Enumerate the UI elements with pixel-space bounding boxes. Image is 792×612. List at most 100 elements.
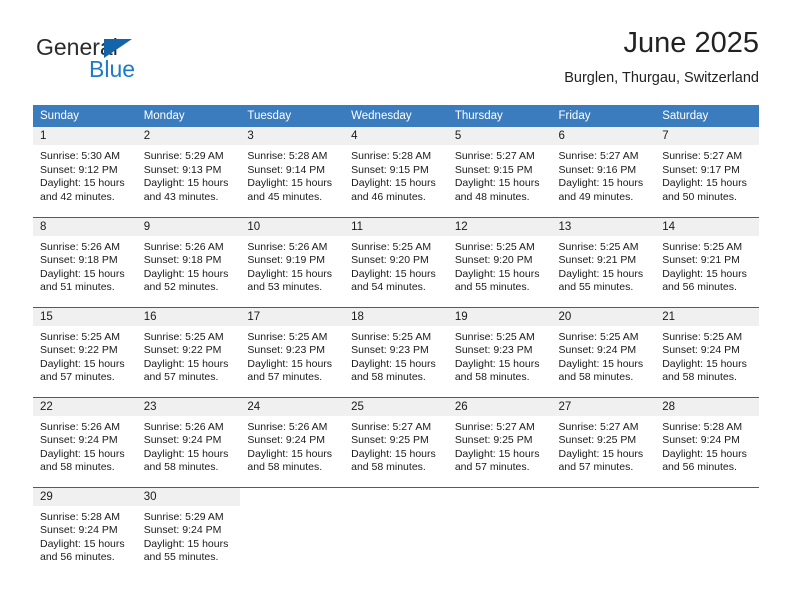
day-cell-empty [344,486,448,577]
day-cell[interactable]: 13 Sunrise: 5:25 AM Sunset: 9:21 PM Dayligh… [551,216,656,307]
day-number [240,487,345,506]
day-cell-inner: 1 Sunrise: 5:30 AM Sunset: 9:12 PM Daylight… [33,127,137,217]
sunset-time: Sunset: 9:14 PM [247,163,326,176]
weekday-header-tuesday: Tuesday [240,105,345,127]
day-cell[interactable]: 17 Sunrise: 5:25 AM Sunset: 9:23 PM Dayligh… [240,306,345,397]
daylight-duration-line1: Daylight: 15 hours [454,177,540,190]
daylight-duration-line1: Daylight: 15 hours [558,447,644,460]
day-cell[interactable]: 19 Sunrise: 5:25 AM Sunset: 9:23 PM Dayligh… [447,306,552,397]
day-number: 1 [33,127,137,145]
daylight-duration-line1: Daylight: 15 hours [351,267,436,280]
day-number: 27 [551,397,656,416]
daylight-duration-line2: and 45 minutes. [247,190,323,203]
daylight-duration-line1: Daylight: 15 hours [558,267,644,280]
day-cell[interactable]: 1 Sunrise: 5:30 AM Sunset: 9:12 PM Daylight… [33,127,137,217]
sunrise-time: Sunrise: 5:29 AM [143,510,224,523]
daylight-duration-line1: Daylight: 15 hours [662,357,747,370]
daylight-duration-line2: and 56 minutes. [662,281,737,294]
daylight-duration-line1: Daylight: 15 hours [143,537,229,550]
daylight-duration-line1: Daylight: 15 hours [662,177,747,190]
sunset-time: Sunset: 9:20 PM [454,254,533,267]
sunrise-time: Sunrise: 5:28 AM [351,150,432,162]
daylight-duration-line2: and 49 minutes. [558,190,634,203]
daylight-duration-line1: Daylight: 15 hours [454,447,540,460]
sunrise-time: Sunrise: 5:28 AM [40,510,120,523]
day-cell-inner: 14 Sunrise: 5:25 AM Sunset: 9:21 PM Dayligh… [655,217,759,307]
day-cell[interactable]: 8 Sunrise: 5:26 AM Sunset: 9:18 PM Daylight… [33,216,137,307]
sunrise-time: Sunrise: 5:27 AM [558,150,639,162]
sunrise-time: Sunrise: 5:26 AM [247,240,328,253]
day-cell-details: Sunrise: 5:27 AM Sunset: 9:16 PM Daylight:… [552,145,656,204]
day-cell[interactable]: 21 Sunrise: 5:25 AM Sunset: 9:24 PM Dayligh… [655,306,759,397]
day-cell-details: Sunrise: 5:26 AM Sunset: 9:19 PM Daylight:… [240,236,344,295]
day-cell[interactable]: 22 Sunrise: 5:26 AM Sunset: 9:24 PM Dayligh… [33,396,137,487]
day-number: 11 [344,217,448,236]
day-cell[interactable]: 3 Sunrise: 5:28 AM Sunset: 9:14 PM Daylight… [240,127,345,217]
day-cell[interactable]: 14 Sunrise: 5:25 AM Sunset: 9:21 PM Dayligh… [655,216,759,307]
day-cell-inner [447,487,552,578]
sunrise-time: Sunrise: 5:27 AM [558,420,639,433]
day-cell[interactable]: 5 Sunrise: 5:27 AM Sunset: 9:15 PM Daylight… [447,127,552,217]
day-cell-details: Sunrise: 5:27 AM Sunset: 9:25 PM Daylight:… [552,416,656,475]
day-cell-inner [655,487,759,578]
day-cell-details [655,506,759,511]
day-cell[interactable]: 11 Sunrise: 5:25 AM Sunset: 9:20 PM Dayligh… [344,216,448,307]
day-cell-inner: 6 Sunrise: 5:27 AM Sunset: 9:16 PM Daylight… [551,127,656,217]
day-cell[interactable]: 24 Sunrise: 5:26 AM Sunset: 9:24 PM Dayligh… [240,396,345,487]
sunset-time: Sunset: 9:25 PM [351,434,429,447]
day-cell-inner: 13 Sunrise: 5:25 AM Sunset: 9:21 PM Dayligh… [551,217,656,307]
daylight-duration-line1: Daylight: 15 hours [247,177,333,190]
daylight-duration-line1: Daylight: 15 hours [143,177,229,190]
daylight-duration-line2: and 57 minutes. [558,461,634,474]
day-cell[interactable]: 7 Sunrise: 5:27 AM Sunset: 9:17 PM Daylight… [655,127,759,217]
day-number [344,487,448,506]
sunset-time: Sunset: 9:22 PM [143,344,222,357]
day-cell-details: Sunrise: 5:25 AM Sunset: 9:24 PM Daylight:… [655,326,759,385]
day-cell-inner: 19 Sunrise: 5:25 AM Sunset: 9:23 PM Dayligh… [447,307,552,397]
day-cell-inner: 29 Sunrise: 5:28 AM Sunset: 9:24 PM Dayligh… [33,487,137,578]
day-cell[interactable]: 10 Sunrise: 5:26 AM Sunset: 9:19 PM Dayligh… [240,216,345,307]
day-cell[interactable]: 2 Sunrise: 5:29 AM Sunset: 9:13 PM Daylight… [136,127,241,217]
day-cell[interactable]: 28 Sunrise: 5:28 AM Sunset: 9:24 PM Dayligh… [655,396,759,487]
daylight-duration-line2: and 55 minutes. [454,281,530,294]
sunset-time: Sunset: 9:21 PM [558,254,637,267]
day-cell[interactable]: 12 Sunrise: 5:25 AM Sunset: 9:20 PM Dayligh… [447,216,552,307]
day-cell-details: Sunrise: 5:27 AM Sunset: 9:15 PM Daylight:… [448,145,552,204]
sunset-time: Sunset: 9:24 PM [40,524,118,537]
daylight-duration-line1: Daylight: 15 hours [351,357,436,370]
sunrise-time: Sunrise: 5:26 AM [40,420,120,433]
sunrise-time: Sunrise: 5:25 AM [454,240,535,253]
day-cell[interactable]: 20 Sunrise: 5:25 AM Sunset: 9:24 PM Dayligh… [551,306,656,397]
day-cell[interactable]: 16 Sunrise: 5:25 AM Sunset: 9:22 PM Dayligh… [136,306,241,397]
day-cell-inner: 25 Sunrise: 5:27 AM Sunset: 9:25 PM Dayligh… [344,397,448,487]
day-number: 17 [240,307,345,326]
day-cell[interactable]: 23 Sunrise: 5:26 AM Sunset: 9:24 PM Dayligh… [136,396,241,487]
day-cell[interactable]: 25 Sunrise: 5:27 AM Sunset: 9:25 PM Dayligh… [344,396,448,487]
page-title: June 2025 [623,27,759,59]
day-cell[interactable]: 27 Sunrise: 5:27 AM Sunset: 9:25 PM Dayligh… [551,396,656,487]
day-cell[interactable]: 15 Sunrise: 5:25 AM Sunset: 9:22 PM Dayligh… [33,306,137,397]
calendar-week-row: 29 Sunrise: 5:28 AM Sunset: 9:24 PM Dayligh… [33,486,759,578]
daylight-duration-line1: Daylight: 15 hours [40,357,125,370]
day-number: 16 [136,307,241,326]
day-number: 2 [136,127,241,145]
day-cell[interactable]: 9 Sunrise: 5:26 AM Sunset: 9:18 PM Daylight… [136,216,241,307]
day-cell[interactable]: 29 Sunrise: 5:28 AM Sunset: 9:24 PM Dayligh… [33,486,137,578]
day-number: 12 [447,217,552,236]
sunset-time: Sunset: 9:24 PM [143,434,222,447]
day-cell-details [344,506,448,511]
day-cell-inner: 24 Sunrise: 5:26 AM Sunset: 9:24 PM Dayligh… [240,397,345,487]
sunset-time: Sunset: 9:23 PM [247,344,326,357]
day-number: 13 [551,217,656,236]
day-cell-inner: 30 Sunrise: 5:29 AM Sunset: 9:24 PM Dayligh… [136,487,241,578]
day-cell[interactable]: 18 Sunrise: 5:25 AM Sunset: 9:23 PM Dayligh… [344,306,448,397]
calendar-page: General Blue June 2025 Burglen, Thurgau,… [0,0,792,612]
day-cell-empty [447,486,552,578]
day-number: 18 [344,307,448,326]
day-cell[interactable]: 4 Sunrise: 5:28 AM Sunset: 9:15 PM Daylight… [344,127,448,217]
daylight-duration-line2: and 56 minutes. [40,551,115,564]
day-cell[interactable]: 26 Sunrise: 5:27 AM Sunset: 9:25 PM Dayligh… [447,396,552,487]
day-cell[interactable]: 30 Sunrise: 5:29 AM Sunset: 9:24 PM Dayligh… [136,486,241,578]
day-cell[interactable]: 6 Sunrise: 5:27 AM Sunset: 9:16 PM Daylight… [551,127,656,217]
day-cell-inner: 27 Sunrise: 5:27 AM Sunset: 9:25 PM Dayligh… [551,397,656,487]
